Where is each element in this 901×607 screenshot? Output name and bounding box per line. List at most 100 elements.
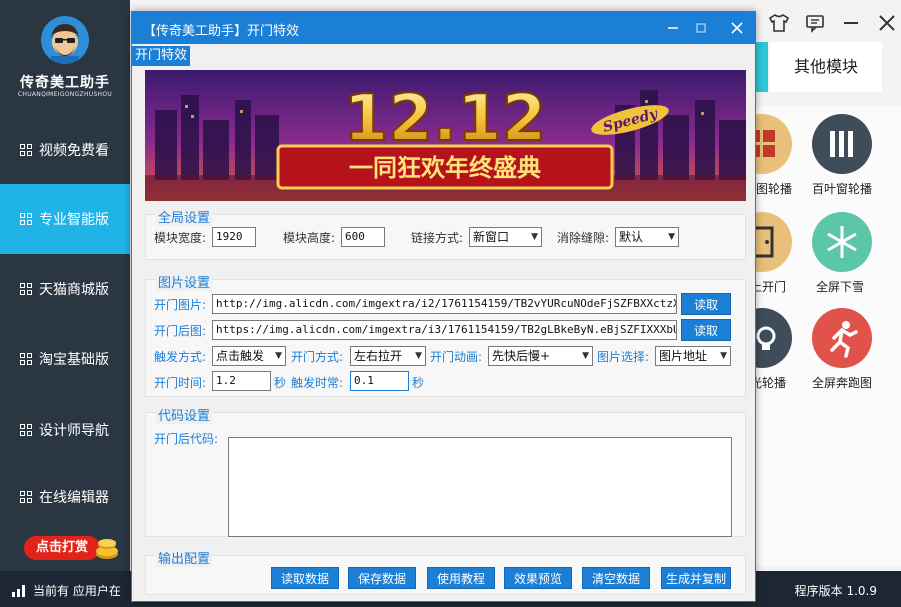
grid-icon (20, 283, 32, 295)
module-width-label: 模块宽度: (154, 231, 207, 245)
chevron-down-icon: ▼ (668, 232, 675, 242)
tutorial-button[interactable]: 使用教程 (427, 567, 495, 589)
close-icon[interactable] (876, 12, 898, 34)
module-label: 百叶窗轮播 (812, 182, 873, 196)
chevron-down-icon: ▼ (582, 351, 589, 361)
module-height-input[interactable]: 600 (341, 227, 385, 247)
after-image-label: 开门后图: (154, 324, 207, 338)
open-mode-value: 左右拉开 (354, 349, 403, 363)
code-settings-group: 代码设置 开门后代码: (145, 405, 746, 537)
after-image-input[interactable]: https://img.alicdn.com/imgextra/i3/17611… (212, 320, 677, 340)
reward-button[interactable]: 点击打赏 (24, 533, 119, 563)
module-label: 全屏奔跑图 (812, 376, 873, 390)
banner-slogan: 一同狂欢年终盛典 (349, 154, 541, 182)
clear-data-button[interactable]: 清空数据 (582, 567, 650, 589)
module-label: 图轮播 (756, 182, 793, 196)
promo-banner: 12.12 一同狂欢年终盛典 Speedy (145, 70, 746, 201)
blinds-icon[interactable] (812, 114, 872, 174)
code-settings-title: 代码设置 (156, 405, 213, 424)
image-source-value: 图片地址 (659, 349, 708, 363)
image-source-select[interactable]: 图片地址 ▼ (655, 346, 731, 366)
grid-icon (20, 353, 32, 365)
sidebar-item-online-editor[interactable]: 在线编辑器 (0, 462, 130, 532)
gap-label: 消除缝隙: (557, 231, 610, 245)
output-settings-title: 输出配置 (156, 548, 213, 567)
user-count-status: 当前有 应用户在 (12, 582, 121, 599)
trigger-delay-label: 触发时常: (291, 376, 344, 390)
coins-icon (96, 539, 118, 559)
after-open-code-label: 开门后代码: (154, 432, 219, 446)
minimize-icon[interactable] (663, 18, 683, 38)
status-text: 当前有 应用户在 (33, 584, 121, 598)
module-width-input[interactable]: 1920 (212, 227, 256, 247)
image-settings-group: 图片设置 开门图片: http://img.alicdn.com/imgextr… (145, 272, 746, 397)
global-settings-title: 全局设置 (156, 207, 213, 226)
gap-value: 默认 (619, 230, 644, 244)
message-icon[interactable] (804, 12, 826, 34)
dialog-title: 【传奇美工助手】开门特效 (143, 24, 300, 39)
avatar-icon (41, 16, 89, 64)
trigger-select[interactable]: 点击触发 ▼ (212, 346, 286, 366)
window-controls (760, 8, 901, 38)
open-image-label: 开门图片: (154, 298, 207, 312)
chevron-down-icon: ▼ (415, 351, 422, 361)
trigger-value: 点击触发 (216, 349, 265, 363)
open-time-unit: 秒 (274, 376, 287, 390)
module-grid: 图轮播 百叶窗轮播 上开门 全屏下雪 光轮播 全屏奔跑图 (732, 106, 901, 566)
snowflake-icon[interactable] (812, 212, 872, 272)
animation-label: 开门动画: (430, 350, 483, 364)
sidebar-item-label: 视频免费看 (39, 143, 109, 159)
generate-copy-button[interactable]: 生成并复制 (661, 567, 731, 589)
other-module-tab[interactable]: 其他模块 (770, 42, 882, 92)
version-label: 程序版本 1.0.9 (794, 584, 877, 598)
tab-door-effect[interactable]: 开门特效 (132, 46, 191, 66)
sidebar-item-pro[interactable]: 专业智能版 (0, 184, 130, 254)
runner-icon[interactable] (812, 308, 872, 368)
sidebar-item-tmall[interactable]: 天猫商城版 (0, 254, 130, 324)
close-icon[interactable] (727, 18, 747, 38)
image-source-label: 图片选择: (597, 350, 650, 364)
image-settings-title: 图片设置 (156, 272, 213, 291)
trigger-delay-unit: 秒 (412, 376, 425, 390)
sidebar-item-taobao[interactable]: 淘宝基础版 (0, 324, 130, 394)
sidebar-item-label: 天猫商城版 (39, 282, 109, 298)
after-open-code-textarea[interactable] (228, 437, 732, 537)
open-image-input[interactable]: http://img.alicdn.com/imgextra/i2/176115… (212, 294, 677, 314)
link-mode-label: 链接方式: (411, 231, 464, 245)
open-time-label: 开门时间: (154, 376, 207, 390)
module-label: 全屏下雪 (816, 280, 865, 294)
output-settings-group: 输出配置 读取数据 保存数据 使用教程 效果预览 清空数据 生成并复制 (145, 548, 746, 595)
signal-icon (12, 584, 25, 597)
grid-icon (20, 424, 32, 436)
sidebar-item-label: 在线编辑器 (39, 490, 109, 506)
trigger-label: 触发方式: (154, 350, 207, 364)
animation-select[interactable]: 先快后慢+ ▼ (488, 346, 593, 366)
save-data-button[interactable]: 保存数据 (348, 567, 416, 589)
shirt-icon[interactable] (768, 12, 790, 34)
sidebar-item-label: 淘宝基础版 (39, 352, 109, 368)
minimize-icon[interactable] (840, 12, 862, 34)
read-data-button[interactable]: 读取数据 (271, 567, 339, 589)
open-time-input[interactable]: 1.2 (212, 371, 271, 391)
global-settings-group: 全局设置 模块宽度: 1920 模块高度: 600 链接方式: 新窗口 ▼ 消除… (145, 207, 746, 260)
sidebar-item-video[interactable]: 视频免费看 (0, 115, 130, 185)
door-effect-dialog: 【传奇美工助手】开门特效 开门特效 12.12 一同狂欢年终盛典 Speedy … (131, 11, 756, 602)
brand-subtitle: CHUANQIMEIGONGZHUSHOU (17, 91, 113, 98)
gap-select[interactable]: 默认 ▼ (615, 227, 679, 247)
brand-logo: 传奇美工助手 CHUANQIMEIGONGZHUSHOU (0, 0, 130, 110)
read-open-image-button[interactable]: 读取 (681, 293, 731, 315)
read-after-image-button[interactable]: 读取 (681, 319, 731, 341)
brand-title: 传奇美工助手 (20, 75, 110, 91)
chevron-down-icon: ▼ (720, 351, 727, 361)
maximize-icon[interactable] (691, 18, 711, 38)
grid-icon (20, 213, 32, 225)
animation-value: 先快后慢+ (492, 349, 551, 363)
sidebar-item-designer-nav[interactable]: 设计师导航 (0, 395, 130, 465)
trigger-delay-input[interactable]: 0.1 (350, 371, 409, 391)
preview-button[interactable]: 效果预览 (504, 567, 572, 589)
module-height-label: 模块高度: (283, 231, 336, 245)
tab-indicator (756, 42, 768, 92)
link-mode-select[interactable]: 新窗口 ▼ (469, 227, 542, 247)
dialog-titlebar[interactable]: 【传奇美工助手】开门特效 (132, 12, 755, 44)
open-mode-select[interactable]: 左右拉开 ▼ (350, 346, 426, 366)
